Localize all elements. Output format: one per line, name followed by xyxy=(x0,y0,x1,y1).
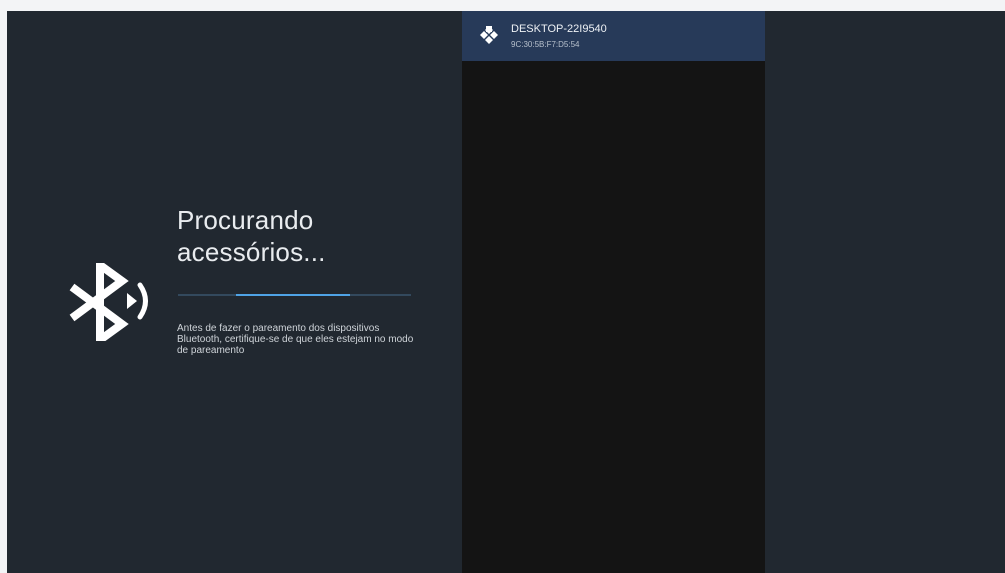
bluetooth-pairing-screen: Procurando acessórios... Antes de fazer … xyxy=(7,11,1005,573)
device-name: DESKTOP-22I9540 xyxy=(511,23,607,35)
device-list-item[interactable]: DESKTOP-22I9540 9C:30:5B:F7:D5:54 xyxy=(462,11,765,61)
page-title: Procurando acessórios... xyxy=(177,204,457,268)
pairing-hint-text: Antes de fazer o pareamento dos disposit… xyxy=(177,323,414,356)
bluetooth-searching-icon xyxy=(69,263,148,341)
gamepad-icon xyxy=(480,26,498,44)
device-mac-address: 9C:30:5B:F7:D5:54 xyxy=(511,40,580,49)
title-line-2: acessórios... xyxy=(177,237,326,267)
search-panel: Procurando acessórios... Antes de fazer … xyxy=(7,11,462,573)
empty-side-panel xyxy=(765,11,1005,573)
device-list: DESKTOP-22I9540 9C:30:5B:F7:D5:54 xyxy=(462,11,765,573)
search-progress-bar xyxy=(178,294,411,296)
title-line-1: Procurando xyxy=(177,205,314,235)
search-progress-fill xyxy=(236,294,351,296)
